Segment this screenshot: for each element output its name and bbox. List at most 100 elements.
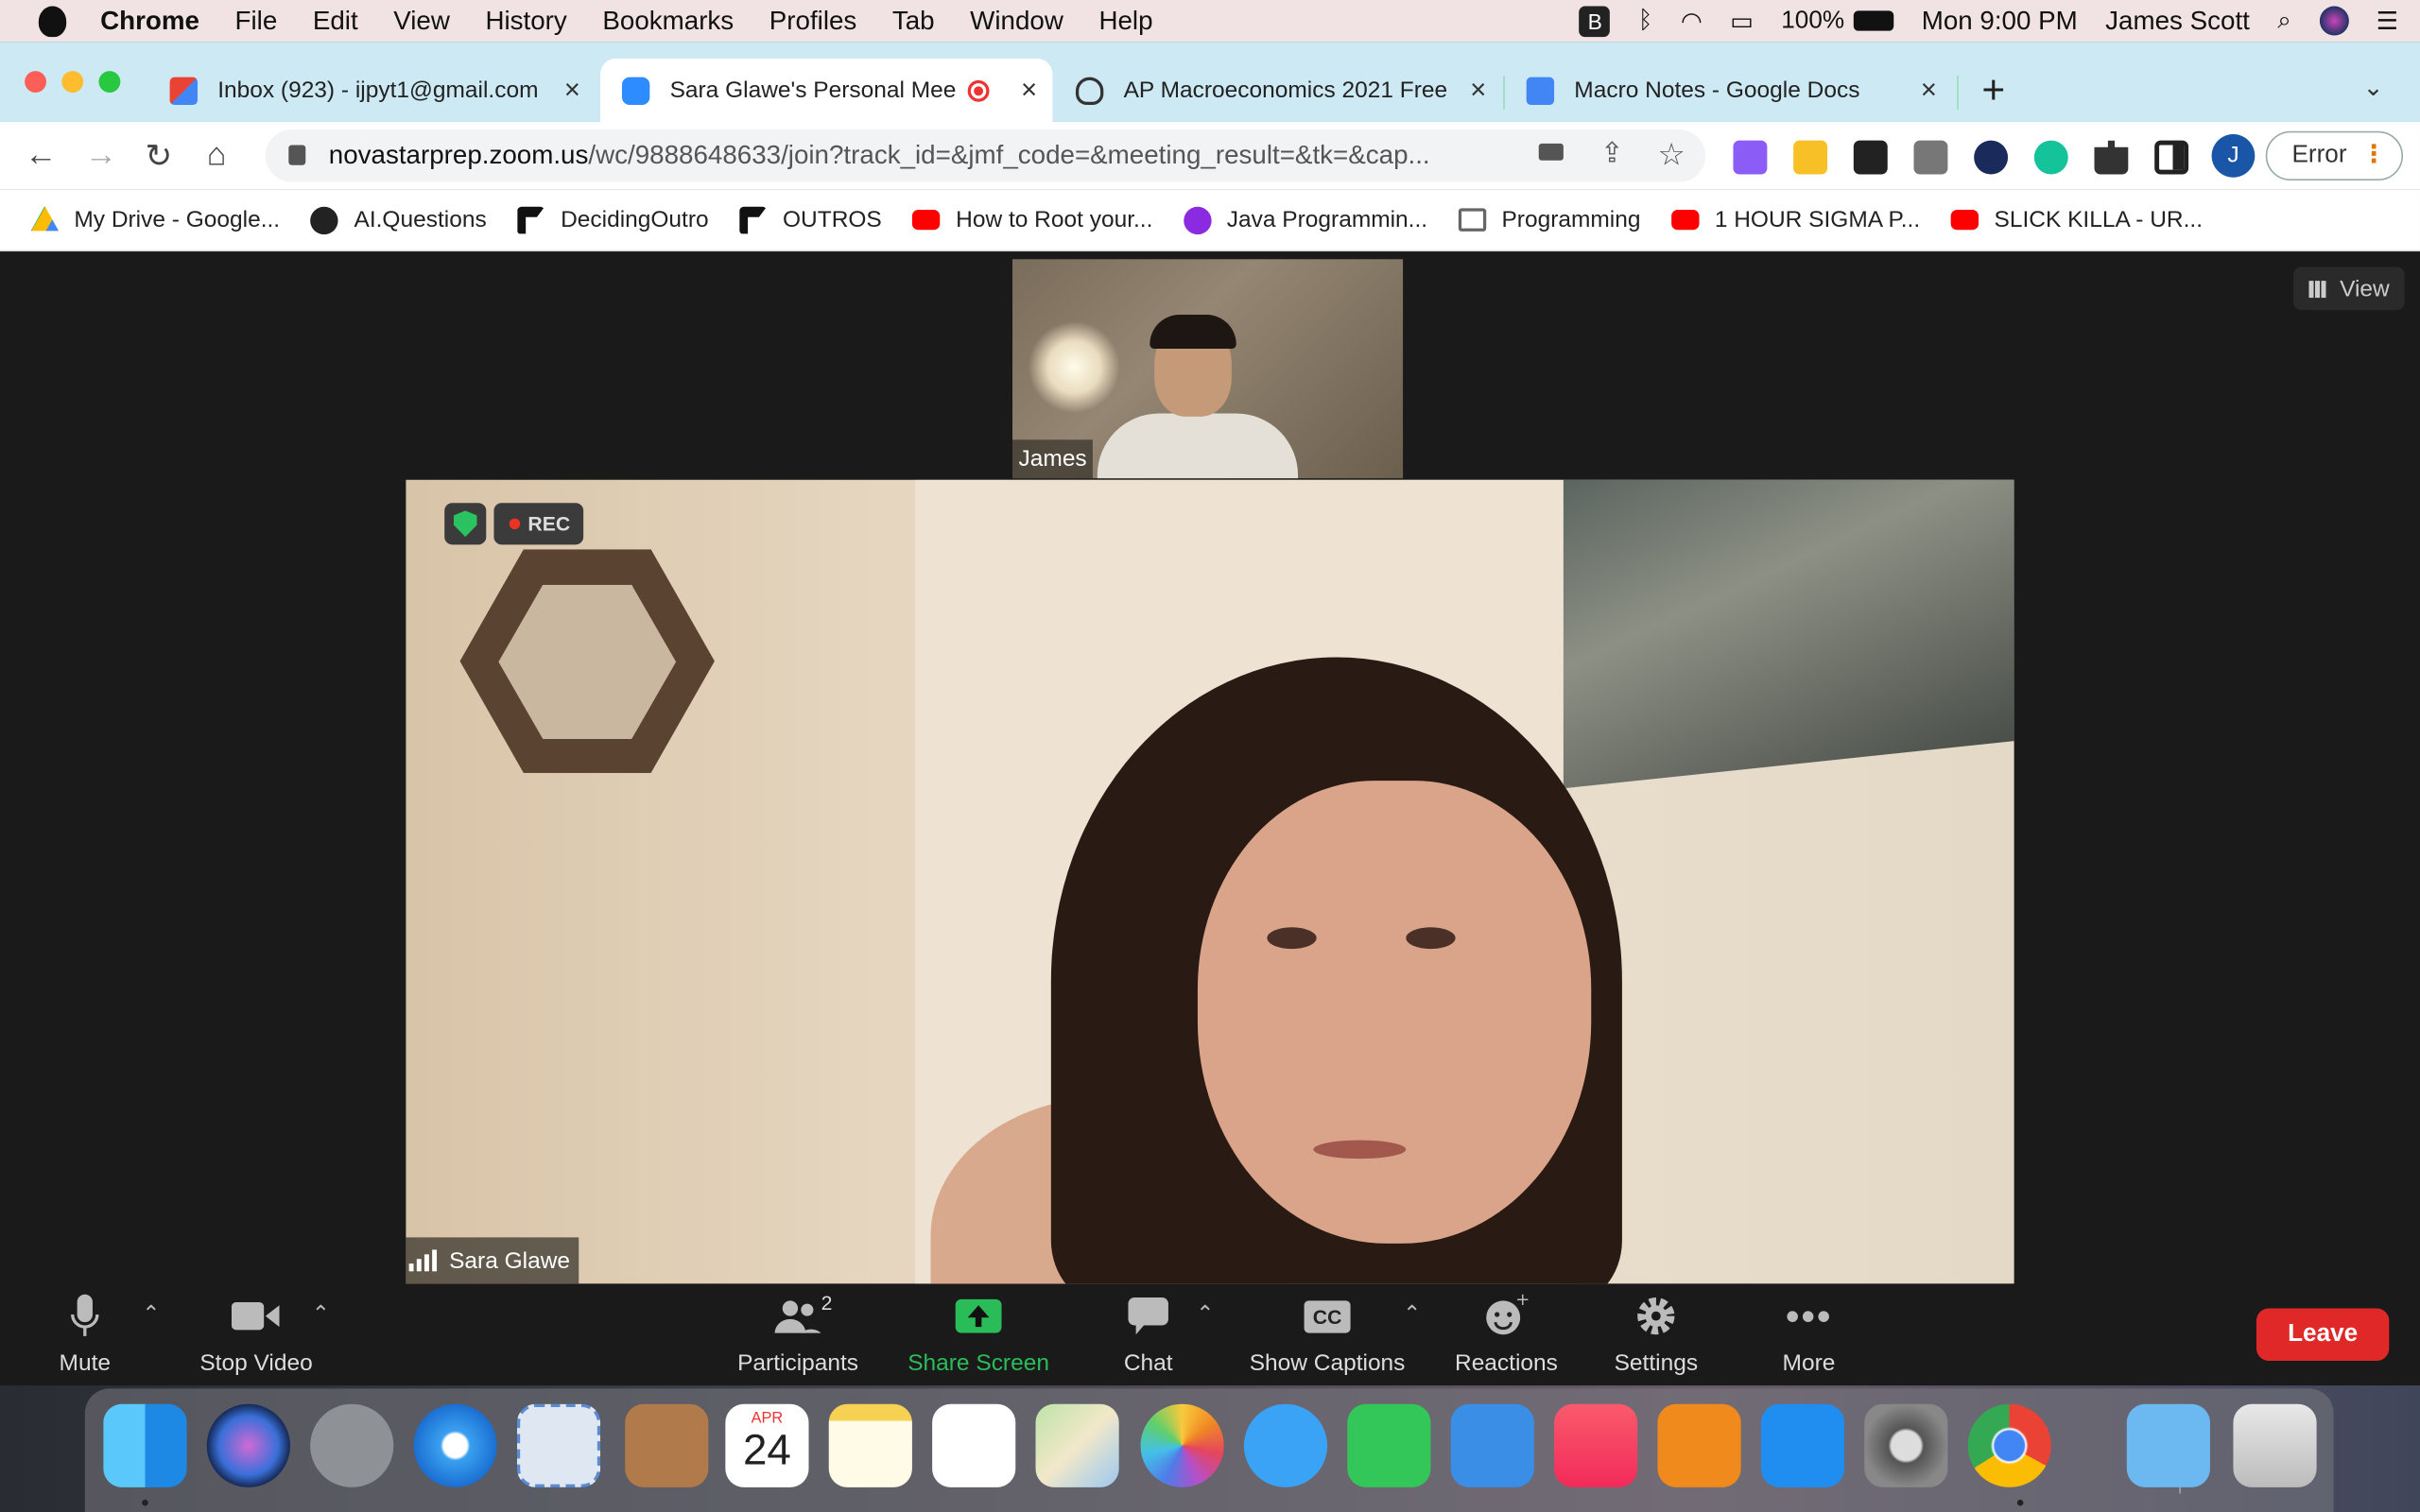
stop-video-button[interactable]: Stop Video [185,1285,327,1385]
menu-kebab-icon[interactable]: ⋮ [2361,132,2386,179]
menu-bookmarks[interactable]: Bookmarks [602,6,734,37]
music-icon[interactable] [1554,1403,1638,1487]
siri-icon[interactable] [2319,6,2349,36]
photos-icon[interactable] [1140,1403,1224,1487]
extension-rw-icon[interactable] [1733,140,1768,175]
bookmark-star-icon[interactable]: ☆ [1657,136,1685,175]
app-store-icon[interactable] [1760,1403,1845,1487]
reactions-button[interactable]: + Reactions [1451,1285,1563,1385]
wifi-icon[interactable]: ◠ [1681,6,1703,37]
siri-icon[interactable] [206,1403,290,1487]
close-tab-icon[interactable]: × [564,74,580,106]
close-tab-icon[interactable]: × [1921,74,1937,106]
menu-file[interactable]: File [235,6,278,37]
audio-options-caret-icon[interactable]: ⌃ [142,1300,160,1327]
leave-button[interactable]: Leave [2256,1308,2390,1361]
reminders-icon[interactable] [932,1403,1016,1487]
view-button[interactable]: View [2293,266,2405,311]
bookmark-folder[interactable]: Programming [1458,207,1640,233]
participant-thumbnail-video[interactable]: James [1012,259,1404,479]
active-speaker-video[interactable]: REC Sara Glawe [406,479,2014,1284]
new-tab-button[interactable]: + [1981,66,2005,114]
share-icon[interactable]: ⇪ [1600,137,1624,169]
settings-button[interactable]: Settings [1610,1285,1703,1385]
participants-button[interactable]: Participants 2 [734,1285,863,1385]
apple-icon[interactable] [38,5,67,37]
tab-search-icon[interactable]: ⌄ [2363,73,2384,104]
bookmark-item[interactable]: 1 HOUR SIGMA P... [1671,207,1920,233]
calendar-icon[interactable]: APR 24 [725,1403,809,1487]
system-preferences-icon[interactable] [1864,1403,1948,1487]
menu-user[interactable]: James Scott [2105,6,2250,37]
spotlight-icon[interactable]: ⌕ [2277,7,2291,34]
menu-tab[interactable]: Tab [892,6,935,37]
security-shield-icon[interactable] [444,503,487,545]
close-tab-icon[interactable]: × [1470,74,1486,106]
profile-error-button[interactable]: Error ⋮ [2265,130,2404,181]
chat-button[interactable]: Chat [1108,1285,1188,1385]
home-button[interactable]: ⌂ [207,137,227,174]
camera-in-use-icon[interactable] [1538,143,1564,161]
tab-gmail[interactable]: Inbox (923) - ijpyt1@gmail.com × [148,59,596,122]
more-button[interactable]: ••• More [1772,1285,1845,1385]
mail-icon[interactable] [516,1403,601,1487]
battery-icon[interactable] [1853,10,1894,31]
video-options-caret-icon[interactable]: ⌃ [312,1300,330,1327]
airplay-icon[interactable]: ▭ [1730,6,1754,37]
status-app-icon[interactable]: B [1579,5,1611,37]
back-button[interactable]: ← [25,137,57,174]
lock-icon[interactable] [288,145,306,165]
zoom-window-button[interactable] [98,71,121,93]
bookmark-item[interactable]: AI.Questions [310,205,487,234]
contacts-icon[interactable] [625,1403,709,1487]
side-panel-icon[interactable] [2154,140,2189,175]
bookmark-item[interactable]: SLICK KILLA - UR... [1950,207,2203,233]
menu-edit[interactable]: Edit [313,6,358,37]
trash-icon[interactable] [2233,1403,2317,1487]
bookmark-item[interactable]: Java Programmin... [1184,205,1427,234]
tab-macro-notes[interactable]: Macro Notes - Google Docs × [1505,59,1952,122]
share-screen-button[interactable]: Share Screen [905,1285,1053,1385]
show-captions-button[interactable]: CC Show Captions [1242,1285,1412,1385]
close-tab-icon[interactable]: × [1021,74,1037,106]
grammarly-icon[interactable] [2033,140,2068,175]
menu-app-name[interactable]: Chrome [100,6,199,37]
profile-avatar[interactable]: J [2211,134,2256,178]
bluetooth-icon[interactable]: ᛒ [1638,7,1653,34]
safari-icon[interactable] [413,1403,497,1487]
forward-button[interactable]: → [85,137,117,174]
downloads-folder-icon[interactable] [2126,1403,2210,1487]
notes-icon[interactable] [828,1403,912,1487]
menu-window[interactable]: Window [970,6,1063,37]
bookmark-item[interactable]: How to Root your... [912,207,1152,233]
extension-tb-icon[interactable] [1913,140,1948,175]
extensions-puzzle-icon[interactable] [2094,140,2129,175]
bookmark-item[interactable]: DecidingOutro [517,205,709,234]
menu-profiles[interactable]: Profiles [769,6,857,37]
reload-button[interactable]: ↻ [145,137,172,176]
bookmark-item[interactable]: My Drive - Google... [30,205,280,233]
chat-options-caret-icon[interactable]: ⌃ [1196,1300,1214,1327]
maps-icon[interactable] [1035,1403,1119,1487]
control-center-icon[interactable]: ☰ [2377,6,2398,37]
tab-ap-macro[interactable]: AP Macroeconomics 2021 Free × [1054,59,1501,122]
menu-history[interactable]: History [485,6,566,37]
address-bar[interactable]: novastarprep.zoom.us/wc/9888648633/join?… [265,129,1706,182]
messages-icon[interactable] [1243,1403,1328,1487]
tab-zoom-meeting[interactable]: Sara Glawe's Personal Mee × [600,59,1053,122]
launchpad-icon[interactable] [310,1403,394,1487]
facetime-icon[interactable] [1347,1403,1431,1487]
keynote-icon[interactable] [1450,1403,1534,1487]
captions-options-caret-icon[interactable]: ⌃ [1403,1300,1421,1327]
chrome-icon[interactable] [1967,1403,2051,1487]
finder-icon[interactable] [103,1403,187,1487]
menu-help[interactable]: Help [1098,6,1152,37]
minimize-window-button[interactable] [61,71,84,93]
extension-owl-icon[interactable] [1853,140,1888,175]
books-icon[interactable] [1657,1403,1741,1487]
menu-clock[interactable]: Mon 9:00 PM [1922,6,2078,37]
recording-badge[interactable]: REC [493,503,584,545]
extension-video-icon[interactable] [1974,140,2009,175]
extension-keep-icon[interactable] [1793,140,1828,175]
url-text[interactable]: novastarprep.zoom.us/wc/9888648633/join?… [329,141,1517,172]
